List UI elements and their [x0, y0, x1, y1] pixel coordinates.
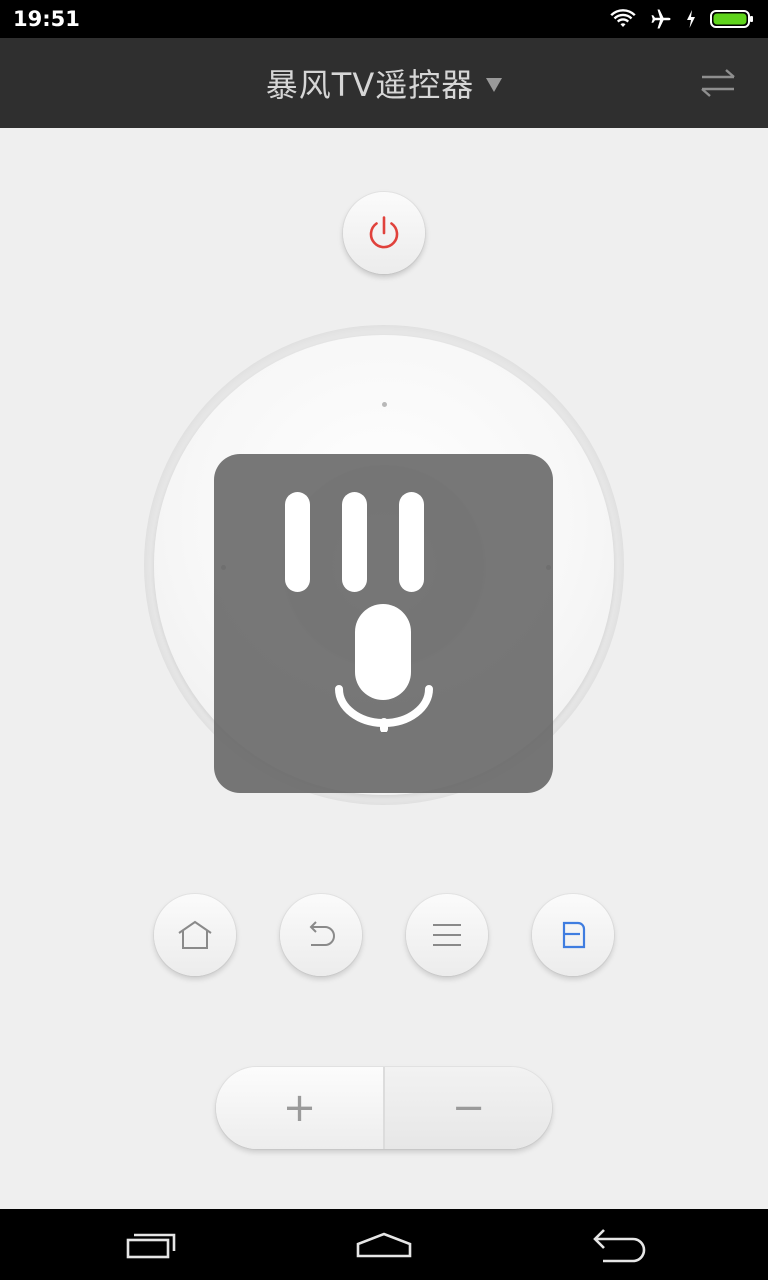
microphone-stand-icon	[335, 685, 433, 732]
home-icon	[356, 1232, 412, 1258]
status-icons	[610, 7, 754, 31]
power-icon	[369, 216, 399, 249]
title-bar: 暴风TV遥控器	[0, 38, 768, 128]
home-button[interactable]	[154, 894, 236, 976]
voice-input-overlay[interactable]	[214, 454, 553, 793]
recent-apps-icon	[126, 1233, 176, 1259]
volume-control: + −	[216, 1067, 552, 1149]
voice-level-bar	[342, 492, 367, 592]
airplane-icon	[651, 9, 671, 29]
voice-level-bar	[399, 492, 424, 592]
baofeng-logo-icon	[562, 921, 586, 949]
menu-button[interactable]	[406, 894, 488, 976]
status-bar: 19:51	[0, 0, 768, 38]
baofeng-button[interactable]	[532, 894, 614, 976]
charging-icon	[687, 10, 695, 28]
power-button[interactable]	[343, 192, 425, 274]
status-time: 19:51	[13, 7, 80, 31]
dpad-up-button[interactable]	[382, 402, 387, 407]
system-back-button[interactable]	[582, 1223, 654, 1267]
back-icon	[593, 1229, 646, 1263]
app-title: 暴风TV遥控器	[265, 66, 475, 104]
switch-mode-button[interactable]	[698, 66, 738, 100]
home-icon	[178, 920, 212, 949]
menu-icon	[433, 924, 461, 946]
wifi-icon	[610, 9, 636, 27]
system-nav-bar	[0, 1209, 768, 1280]
back-button[interactable]	[280, 894, 362, 976]
device-selector[interactable]: 暴风TV遥控器	[0, 38, 768, 128]
back-icon	[309, 921, 335, 946]
volume-down-button[interactable]: −	[385, 1067, 552, 1149]
switch-arrows-icon	[701, 69, 735, 97]
system-home-button[interactable]	[348, 1223, 420, 1267]
volume-up-button[interactable]: +	[216, 1067, 383, 1149]
voice-level-bar	[285, 492, 310, 592]
recent-apps-button[interactable]	[116, 1223, 188, 1267]
caret-down-icon	[486, 78, 503, 92]
battery-icon	[710, 10, 753, 28]
